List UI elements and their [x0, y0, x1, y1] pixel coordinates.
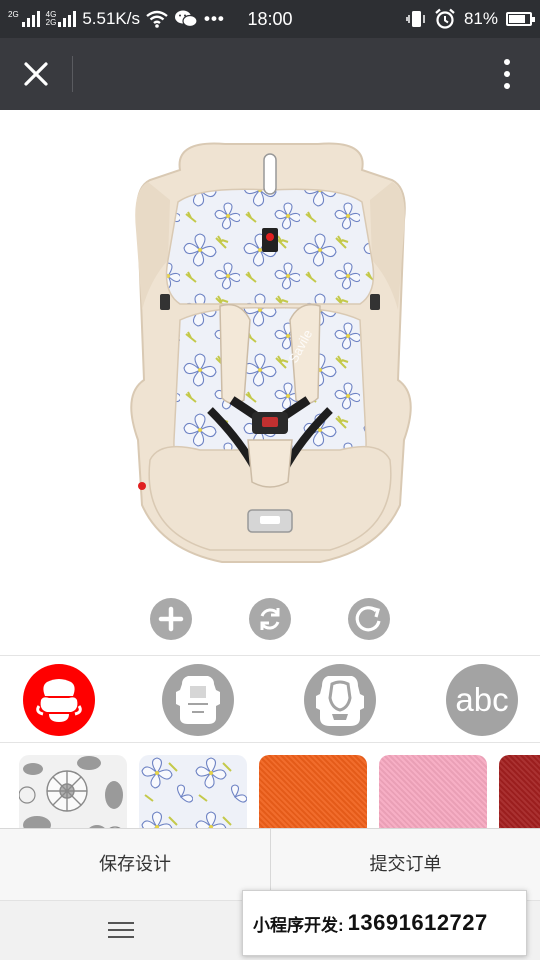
category-cushion[interactable]: [23, 664, 95, 736]
seat-top-view-icon: [176, 676, 220, 724]
title-divider: [72, 56, 73, 92]
more-vertical-icon[interactable]: [492, 54, 522, 94]
category-row: abc: [0, 656, 540, 742]
seat-outline-icon: [316, 676, 364, 726]
category-seat-top[interactable]: [162, 664, 234, 736]
reset-button[interactable]: [249, 598, 291, 640]
menu-icon[interactable]: [108, 922, 134, 940]
car-seat-image: Savile: [130, 142, 412, 563]
product-preview: Savile: [0, 110, 540, 600]
promo-banner: 小程序开发: 13691612727: [242, 890, 527, 956]
add-button[interactable]: [150, 598, 192, 640]
category-seat-outline[interactable]: [304, 664, 376, 736]
title-bar: [0, 38, 540, 110]
save-design-button[interactable]: 保存设计: [0, 829, 270, 901]
swatch-blue-floral[interactable]: [139, 755, 247, 829]
blue-floral-pattern: [139, 755, 247, 829]
swatch-row: [0, 743, 540, 829]
swatch-dark-red[interactable]: [499, 755, 540, 829]
battery-icon: [506, 12, 535, 26]
seat-cushion-icon: [36, 679, 82, 722]
swatch-pink[interactable]: [379, 755, 487, 829]
grey-floral-pattern: [19, 755, 127, 829]
reset-icon: [260, 608, 280, 630]
promo-phone: 13691612727: [347, 910, 488, 935]
swatch-grey-floral[interactable]: [19, 755, 127, 829]
alarm-icon: [435, 8, 455, 29]
category-text[interactable]: abc: [446, 664, 518, 736]
status-bar: 2G 4G 2G 5.51K/s ••• 18:00 81%: [0, 0, 540, 38]
swatch-orange[interactable]: [259, 755, 367, 829]
status-right: 81%: [406, 0, 535, 38]
promo-label: 小程序开发:: [253, 915, 344, 935]
add-icon: [158, 606, 184, 632]
rotate-icon: [355, 606, 381, 632]
close-icon[interactable]: [14, 52, 58, 96]
battery-percent: 81%: [463, 9, 498, 28]
action-row: [0, 598, 540, 642]
rotate-button[interactable]: [348, 598, 390, 640]
phone-vibrate-icon: [406, 11, 425, 27]
